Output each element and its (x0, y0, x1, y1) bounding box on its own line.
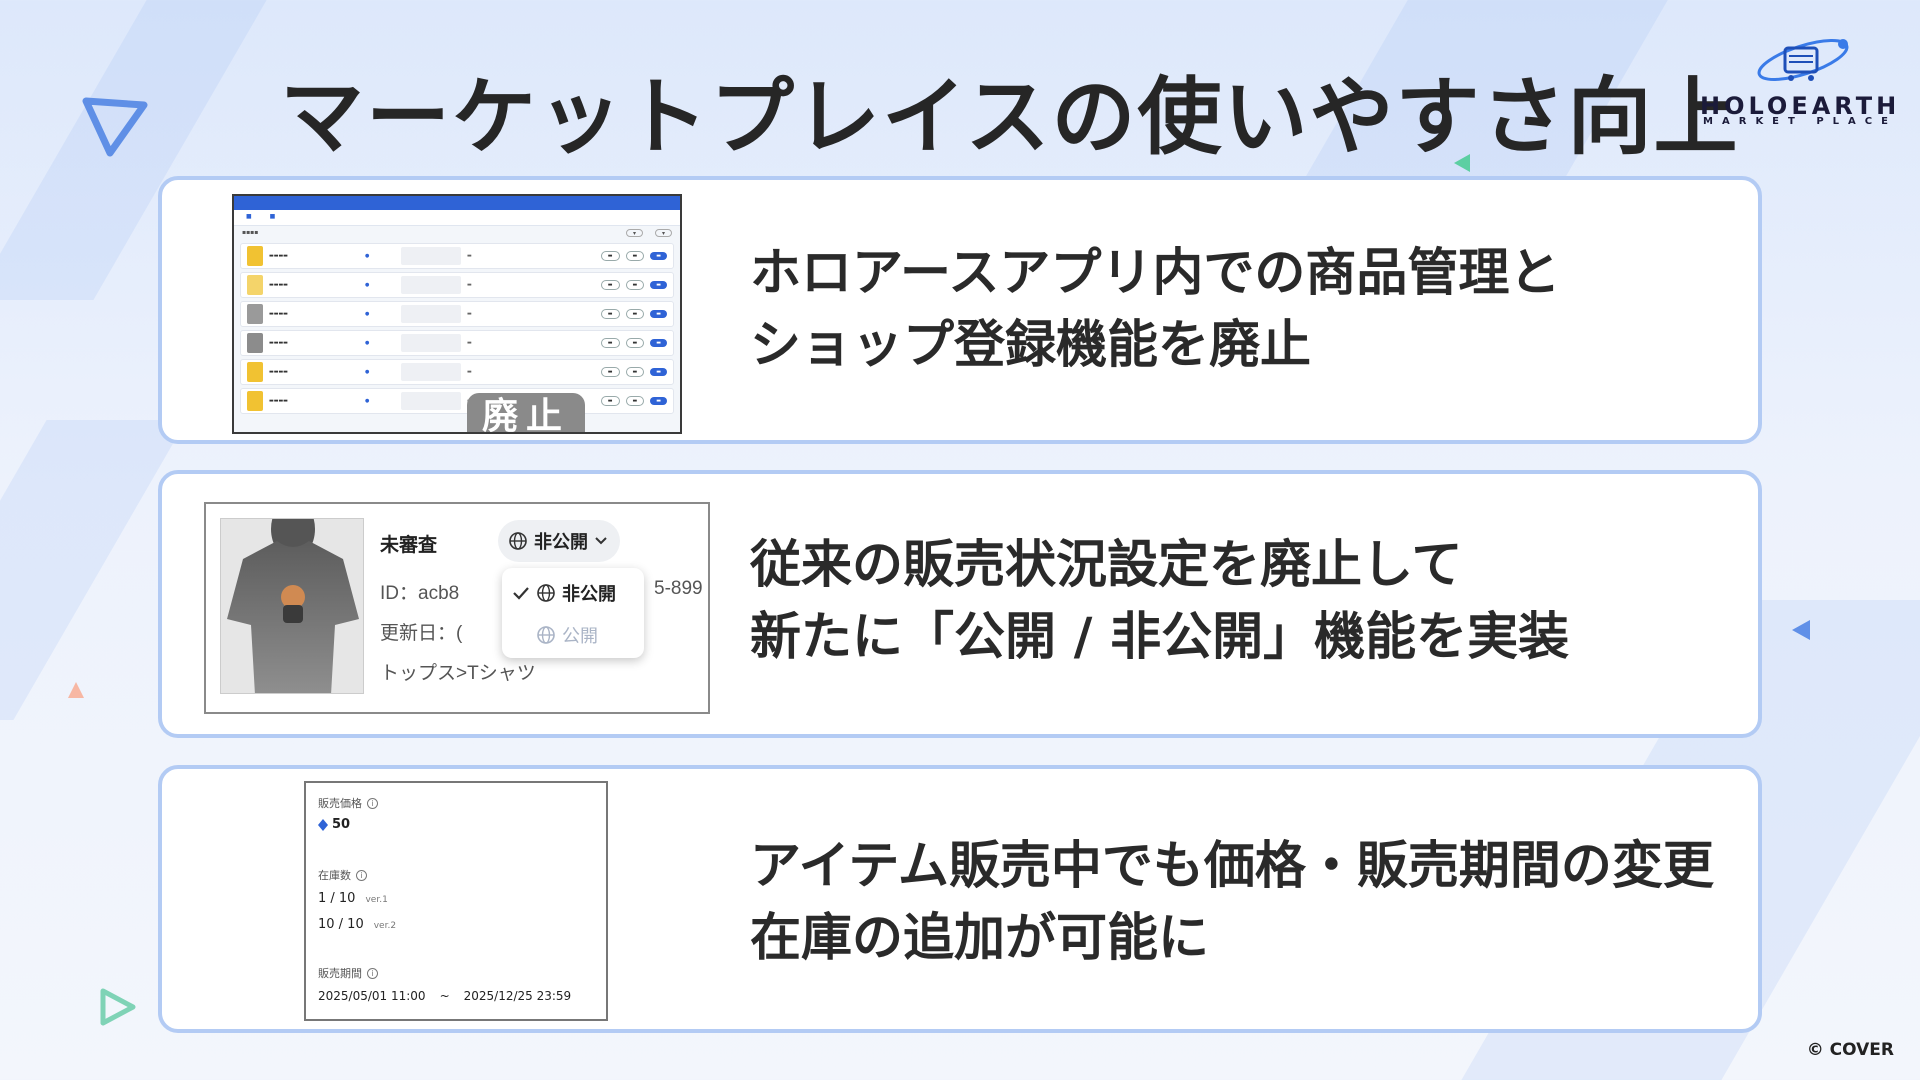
stock-row: 10 / 10 ver.2 (318, 917, 397, 932)
visibility-menu: 非公開 公開 (502, 568, 644, 658)
menu-item-label: 非公開 (562, 584, 616, 605)
check-icon (513, 587, 529, 600)
stock-label: 在庫数 i (318, 867, 367, 883)
sort-select: ▾ (625, 229, 643, 237)
globe-icon (537, 584, 555, 602)
app-tabs: ■ ■ (234, 210, 680, 226)
tab-shop-management: ■ (269, 213, 276, 220)
item-management-screenshot: ■ ■ ▪▪▪▪ ▾ ▾ ▬▬▬▬ ● ▬ ▬ ▬ ▬ ▬▬▬▬ ● ▬ ▬ ▬ ▬ ▬▬▬▬ ● ▬ ▬… (232, 194, 682, 434)
tshirt-image-icon (221, 519, 363, 693)
item-category: トップス>Tシャツ (380, 663, 536, 684)
cart-logo-icon (1757, 39, 1849, 81)
status-select: ▾ (654, 229, 672, 237)
price-label: 販売価格 i (318, 795, 378, 811)
period-label: 販売期間 i (318, 965, 378, 981)
item-id-tail: 5-899 (654, 578, 703, 599)
item-thumbnail (220, 518, 364, 694)
feature-line: ショップ登録機能を廃止 (750, 316, 1312, 375)
item-row: ▬▬▬▬●▬▬▬▬ (240, 388, 674, 414)
page-title: マーケットプレイスの使いやすさ向上 (280, 68, 1740, 166)
item-row: ▬▬▬▬●▬▬▬▬ (240, 301, 674, 327)
visibility-dropdown-button[interactable]: 非公開 (498, 520, 620, 562)
feature-line: 従来の販売状況設定を廃止して (750, 536, 1463, 595)
feature-description: ホロアースアプリ内での商品管理と ショップ登録機能を廃止 (750, 238, 1560, 382)
menu-item-public[interactable]: 公開 (536, 622, 598, 648)
feature-line: ホロアースアプリ内での商品管理と (750, 244, 1561, 303)
review-status: 未審査 (380, 535, 438, 556)
feature-line: 新たに「公開 / 非公開」機能を実装 (750, 608, 1570, 667)
item-updated: 更新日：( (380, 623, 463, 644)
logo-subtitle: MARKET PLACE (1703, 116, 1897, 127)
feature-card-3: 販売価格 i 50 在庫数 i 1 / 10 ver.1 10 / 10 ver.2 販… (158, 765, 1762, 1033)
copyright: © COVER (1806, 1040, 1894, 1060)
abolished-badge: 廃止 (467, 393, 585, 432)
app-header-bar (234, 196, 680, 210)
price-value: 50 (318, 817, 350, 832)
feature-description: 従来の販売状況設定を廃止して 新たに「公開 / 非公開」機能を実装 (750, 530, 1569, 674)
feature-card-2: 未審査 非公開 ID：acb8 5-899 更新日：( トップス>Tシャツ 非公… (158, 470, 1762, 738)
tab-item-management: ■ (246, 213, 252, 220)
info-icon: i (356, 869, 367, 881)
globe-icon (537, 626, 555, 644)
menu-item-label: 公開 (562, 626, 598, 647)
info-icon: i (367, 967, 378, 979)
list-toolbar: ▪▪▪▪ ▾ ▾ (234, 226, 680, 240)
feature-card-1: ■ ■ ▪▪▪▪ ▾ ▾ ▬▬▬▬ ● ▬ ▬ ▬ ▬ ▬▬▬▬ ● ▬ ▬ ▬ ▬ ▬▬▬▬ ● ▬ ▬… (158, 176, 1762, 444)
holoearth-logo: HOLOEARTH MARKET PLACE (1700, 30, 1900, 130)
visibility-current: 非公開 (534, 532, 588, 553)
item-row: ▬▬▬▬●▬▬▬▬ (240, 243, 674, 269)
item-id: ID：acb8 (380, 583, 460, 604)
item-edit-screenshot: 販売価格 i 50 在庫数 i 1 / 10 ver.1 10 / 10 ver.2 販… (304, 781, 608, 1021)
globe-icon (509, 532, 527, 550)
coin-icon (318, 818, 328, 831)
menu-item-private[interactable]: 非公開 (512, 580, 616, 606)
publish-toggle-screenshot: 未審査 非公開 ID：acb8 5-899 更新日：( トップス>Tシャツ 非公… (204, 502, 710, 714)
item-row: ▬▬▬▬●▬▬▬▬ (240, 359, 674, 385)
chevron-down-icon (595, 537, 607, 545)
item-row: ▬▬▬▬●▬▬▬▬ (240, 330, 674, 356)
feature-description: アイテム販売中でも価格・販売期間の変更 在庫の追加が可能に (750, 831, 1714, 975)
info-icon: i (367, 797, 378, 809)
all-items-filter: ▪▪▪▪ (242, 229, 259, 236)
feature-line: アイテム販売中でも価格・販売期間の変更 (750, 837, 1714, 896)
stock-row: 1 / 10 ver.1 (318, 891, 388, 906)
triangle-decoration-icon (68, 682, 84, 698)
triangle-decoration-icon (100, 988, 136, 1026)
feature-line: 在庫の追加が可能に (750, 909, 1210, 968)
period-value: 2025/05/01 11:00 ~ 2025/12/25 23:59 (318, 989, 572, 1003)
item-row: ▬▬▬▬●▬▬▬▬ (240, 272, 674, 298)
